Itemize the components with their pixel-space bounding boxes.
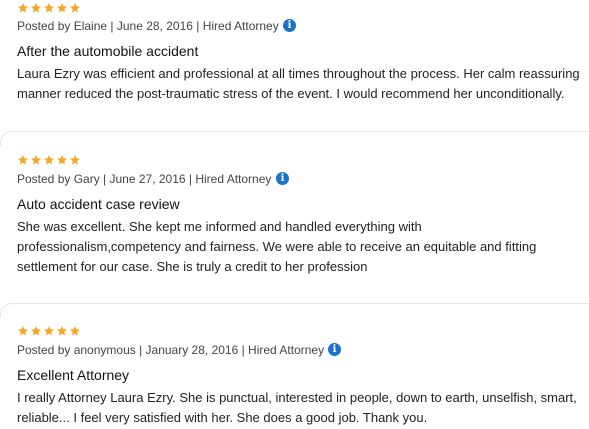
review-meta: Posted by Gary | June 27, 2016 | Hired A… (17, 172, 272, 186)
review-divider (0, 131, 589, 146)
review-title: After the automobile accident (17, 43, 199, 59)
info-icon[interactable]: i (283, 19, 296, 32)
star-rating (17, 325, 81, 337)
review-meta: Posted by anonymous | January 28, 2016 |… (17, 343, 325, 357)
info-icon[interactable]: i (328, 343, 341, 356)
star-icon (70, 3, 80, 13)
star-icon (18, 3, 28, 13)
review-body: She was excellent. She kept me informed … (17, 219, 537, 274)
star-icon (44, 3, 54, 13)
star-icon (44, 155, 54, 165)
star-rating (17, 154, 81, 166)
star-icon (31, 326, 41, 336)
info-icon[interactable]: i (276, 172, 289, 185)
star-icon (31, 155, 41, 165)
review-meta: Posted by Elaine | June 28, 2016 | Hired… (17, 19, 279, 33)
star-icon (57, 326, 67, 336)
review-title: Auto accident case review (17, 196, 180, 212)
review-body: I really Attorney Laura Ezry. She is pun… (17, 390, 577, 425)
star-icon (70, 326, 80, 336)
star-icon (44, 326, 54, 336)
star-icon (57, 3, 67, 13)
star-icon (18, 326, 28, 336)
review-title: Excellent Attorney (17, 367, 130, 383)
star-icon (18, 155, 28, 165)
review-divider (0, 303, 589, 318)
star-rating (17, 2, 81, 14)
review-body: Laura Ezry was efficient and professiona… (17, 66, 580, 101)
star-icon (70, 155, 80, 165)
star-icon (57, 155, 67, 165)
star-icon (31, 3, 41, 13)
